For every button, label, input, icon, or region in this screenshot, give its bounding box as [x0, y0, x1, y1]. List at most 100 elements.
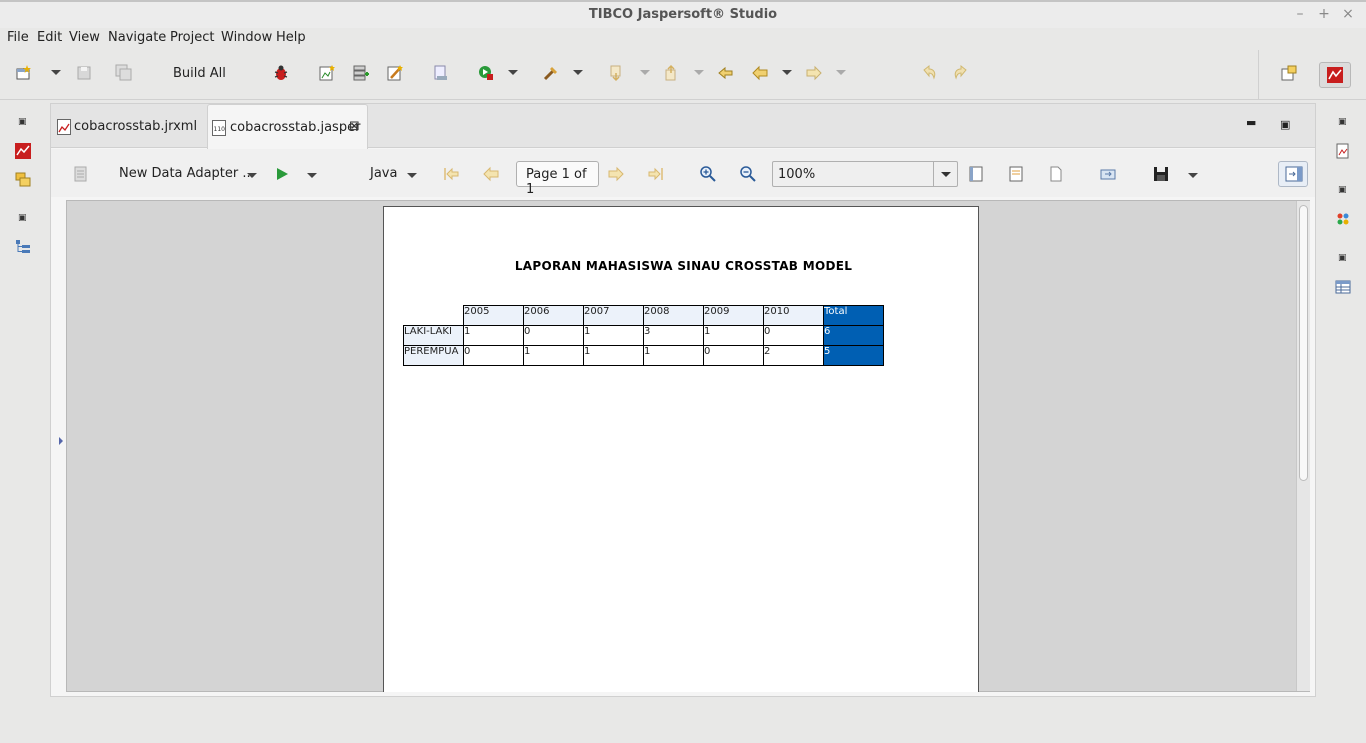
build-all-button[interactable]: Build All: [173, 66, 226, 81]
parameters-panel-icon[interactable]: [72, 165, 90, 183]
back-dropdown-icon[interactable]: [782, 70, 792, 75]
close-tab-icon[interactable]: ⊠: [349, 119, 360, 134]
report-design-perspective-button[interactable]: [1319, 62, 1351, 88]
outline-tree-icon[interactable]: [15, 239, 31, 255]
report-page: LAPORAN MAHASISWA SINAU CROSSTAB MODEL 2…: [383, 206, 979, 692]
value-cell: 0: [463, 345, 524, 366]
zoom-in-icon[interactable]: [699, 165, 717, 183]
menu-project[interactable]: Project: [170, 30, 214, 45]
undo-icon[interactable]: [920, 64, 938, 82]
maximize-window-icon[interactable]: +: [1316, 6, 1332, 22]
value-cell: 1: [583, 325, 644, 346]
menu-navigate[interactable]: Navigate: [108, 30, 166, 45]
maximize-editor-icon[interactable]: ▣: [1280, 118, 1290, 131]
window-titlebar: TIBCO Jaspersoft® Studio – + ×: [0, 0, 1366, 28]
debug-bug-icon[interactable]: [272, 64, 290, 82]
editor-tabs: cobacrosstab.jrxml 110 cobacrosstab.jasp…: [51, 104, 1315, 149]
edit-report-icon[interactable]: [386, 64, 404, 82]
fit-width-icon[interactable]: [1007, 165, 1025, 183]
run-report-icon[interactable]: [273, 165, 291, 183]
menu-view[interactable]: View: [69, 30, 100, 45]
new-data-adapter-icon[interactable]: [352, 64, 370, 82]
run-report-dropdown-icon[interactable]: [307, 173, 317, 178]
save-report-icon[interactable]: [1152, 165, 1170, 183]
publish-icon[interactable]: [432, 64, 450, 82]
jrxml-file-icon: [57, 119, 71, 135]
output-format-selector[interactable]: Java: [370, 166, 397, 181]
expand-panel-arrow-icon[interactable]: [59, 437, 63, 445]
scrollbar-thumb[interactable]: [1299, 205, 1308, 481]
jasper-file-icon: 110: [212, 120, 226, 136]
next-annotation-icon[interactable]: [607, 64, 625, 82]
forward-dropdown-icon[interactable]: [836, 70, 846, 75]
zoom-level-combo[interactable]: 100%: [772, 161, 958, 187]
last-edit-location-icon[interactable]: [717, 64, 735, 82]
previous-annotation-dropdown-icon[interactable]: [694, 70, 704, 75]
close-window-icon[interactable]: ×: [1340, 6, 1356, 22]
tab-jrxml[interactable]: cobacrosstab.jrxml: [51, 104, 207, 148]
output-format-dropdown-icon[interactable]: [407, 173, 417, 178]
external-tools-dropdown-icon[interactable]: [573, 70, 583, 75]
last-page-icon[interactable]: [647, 165, 665, 183]
value-cell: 1: [583, 345, 644, 366]
fit-page-icon[interactable]: [967, 165, 985, 183]
save-icon[interactable]: [75, 64, 93, 82]
data-adapter-dropdown-icon[interactable]: [247, 173, 257, 178]
repository-explorer-icon[interactable]: [15, 171, 31, 187]
vertical-scrollbar[interactable]: [1296, 201, 1310, 691]
redo-icon[interactable]: [952, 64, 970, 82]
preview-toolbar: New Data Adapter ... Java Page 1 of 1 10…: [51, 149, 1315, 197]
zoom-out-icon[interactable]: [739, 165, 757, 183]
actual-size-icon[interactable]: [1047, 165, 1065, 183]
value-cell: 1: [523, 345, 584, 366]
new-dropdown-icon[interactable]: [51, 70, 61, 75]
previous-annotation-icon[interactable]: [662, 64, 680, 82]
data-adapter-selector[interactable]: New Data Adapter ...: [119, 166, 255, 181]
restore-right-panel-icon[interactable]: ▣: [1338, 117, 1348, 127]
report-design-icon[interactable]: [15, 143, 31, 159]
restore-palette-icon[interactable]: ▣: [1338, 185, 1348, 195]
total-cell: 5: [823, 345, 884, 366]
report-preview-canvas[interactable]: LAPORAN MAHASISWA SINAU CROSSTAB MODEL 2…: [59, 200, 1310, 692]
run-dropdown-icon[interactable]: [508, 70, 518, 75]
minimize-editor-icon[interactable]: ▬: [1246, 116, 1256, 129]
tab-jrxml-label: cobacrosstab.jrxml: [74, 119, 198, 134]
page-number-field[interactable]: Page 1 of 1: [516, 161, 599, 197]
menu-help[interactable]: Help: [276, 30, 306, 45]
open-perspective-icon[interactable]: [1280, 64, 1298, 82]
next-annotation-dropdown-icon[interactable]: [640, 70, 650, 75]
properties-table-icon[interactable]: [1335, 279, 1351, 295]
run-icon[interactable]: [477, 64, 495, 82]
external-tools-icon[interactable]: [542, 64, 560, 82]
back-icon[interactable]: [751, 64, 769, 82]
export-icon[interactable]: [1099, 165, 1117, 183]
side-panel-icon: [1285, 166, 1303, 182]
new-report-icon[interactable]: [318, 64, 336, 82]
previous-page-icon[interactable]: [482, 165, 500, 183]
value-cell: 1: [703, 325, 764, 346]
new-wizard-icon[interactable]: [15, 64, 33, 82]
restore-outline-panel-icon[interactable]: ▣: [18, 213, 28, 223]
toggle-side-panel-button[interactable]: [1278, 161, 1308, 187]
menu-edit[interactable]: Edit: [37, 30, 62, 45]
menu-window[interactable]: Window: [221, 30, 272, 45]
minimize-window-icon[interactable]: –: [1292, 6, 1308, 22]
zoom-dropdown-button[interactable]: [933, 162, 957, 186]
menu-file[interactable]: File: [7, 30, 29, 45]
first-page-icon[interactable]: [442, 165, 460, 183]
forward-icon[interactable]: [805, 64, 823, 82]
tab-jasper[interactable]: 110 cobacrosstab.jasper ⊠: [207, 104, 368, 149]
column-header-cell: 2009: [703, 305, 764, 326]
save-all-icon[interactable]: [115, 64, 133, 82]
toolbar-separator: [1258, 50, 1259, 100]
value-cell: 1: [463, 325, 524, 346]
window-title: TIBCO Jaspersoft® Studio: [588, 7, 778, 22]
save-report-dropdown-icon[interactable]: [1188, 173, 1198, 178]
palette-icon[interactable]: [1335, 211, 1351, 227]
next-page-icon[interactable]: [607, 165, 625, 183]
restore-properties-icon[interactable]: ▣: [1338, 253, 1348, 263]
report-properties-icon[interactable]: [1335, 143, 1351, 159]
column-header-cell: 2005: [463, 305, 524, 326]
restore-left-panel-icon[interactable]: ▣: [18, 117, 28, 127]
value-cell: 2: [763, 345, 824, 366]
